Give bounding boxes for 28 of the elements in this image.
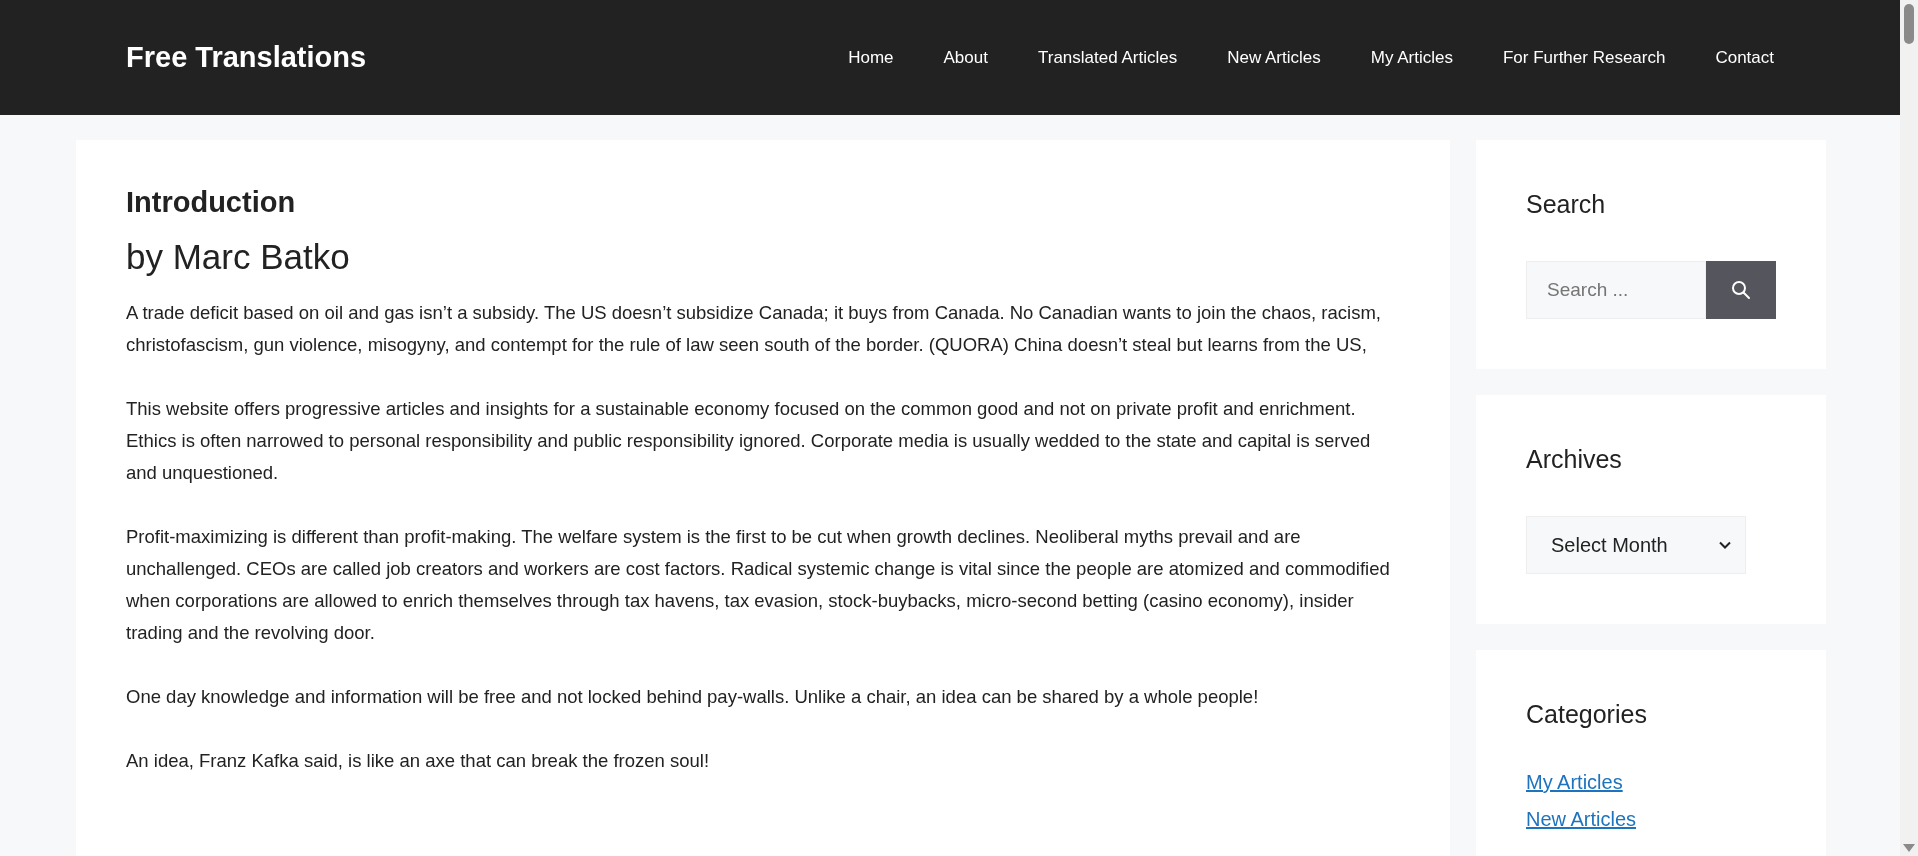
search-field[interactable]: Search ... (1526, 261, 1706, 319)
scroll-down-arrow-icon[interactable] (1903, 844, 1915, 852)
nav-link[interactable]: Translated Articles (1037, 47, 1178, 68)
paragraph: An idea, Franz Kafka said, is like an axe that can break the frozen soul! (126, 749, 711, 773)
scrollbar[interactable] (1900, 0, 1918, 856)
paragraph: One day knowledge and information will be free and not locked behind pay-walls. Unlike a chair, an idea can be shared by a whole people! (126, 685, 1260, 709)
widget-title: Search (1526, 190, 1607, 219)
scroll-thumb[interactable] (1904, 4, 1914, 44)
byline: by Marc Batko (126, 237, 351, 277)
nav-link[interactable]: New Articles (1227, 47, 1321, 68)
category-link[interactable]: My Articles (1526, 771, 1623, 793)
search-button[interactable] (1706, 261, 1776, 319)
category-link[interactable]: New Articles (1526, 808, 1637, 830)
widget-title: Archives (1526, 445, 1623, 474)
nav-link[interactable]: Contact (1715, 47, 1774, 68)
nav-link[interactable]: About (943, 47, 988, 68)
nav-link[interactable]: Home (848, 47, 894, 68)
chevron-icon (1719, 541, 1731, 549)
article-title: Introduction (126, 186, 297, 219)
paragraph: Profit-maximizing is different than profit-making. The welfare system is the first to be cut when growth declines. Neoliberal myths prevail and are unchallenged. CEOs are called job creators and workers are cost factors. Radical systemic change is vital since the people are atomized and commodified when corporations are allowed to enrich themselves through tax havens, tax evasion, stock-buybacks, micro-second betting (casino economy), insider trading and the revolving door. (126, 525, 1391, 645)
month-select[interactable]: Select Month (1526, 516, 1746, 574)
paragraph: A trade deficit based on oil and gas isn’t a subsidy. The US doesn’t subsidize Canada; it buys from Canada. No Canadian wants to join the chaos, racism, christofascism, gun violence, misogyny, and contempt for the rule of law seen south of the border. (QUORA) China doesn’t steal but learns from the US, (126, 301, 1382, 357)
widget-title: Categories (1526, 700, 1648, 729)
search-icon (1731, 280, 1751, 300)
nav-link[interactable]: My Articles (1370, 47, 1453, 68)
paragraph: This website offers progressive articles and insights for a sustainable economy focused on the common good and not on private profit and enrichment. Ethics is often narrowed to personal responsibility and public responsibility ignored. Corporate media is usually wedded to the state and capital is served and unquestioned. (126, 397, 1372, 485)
nav-link[interactable]: For Further Research (1502, 47, 1666, 68)
site-title[interactable]: Free Translations (126, 41, 367, 74)
